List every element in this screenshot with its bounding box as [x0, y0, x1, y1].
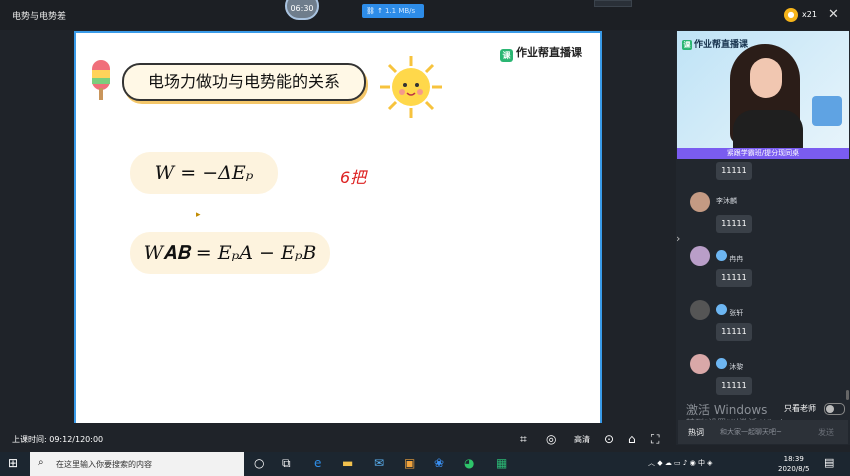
- quality-button[interactable]: 高清: [574, 434, 590, 445]
- network-speed-badge: ⛓ ↑ 1.1 MB/s: [362, 4, 424, 18]
- chat-bubble: 11111: [716, 377, 752, 395]
- tray-app-icon[interactable]: ◈: [705, 459, 712, 467]
- task-view-icon[interactable]: ⧉: [282, 456, 291, 471]
- notification-icon[interactable]: ▤: [824, 456, 834, 469]
- chat-scrollbar[interactable]: [846, 390, 849, 400]
- teacher-face: [750, 58, 782, 98]
- taskbar-search-placeholder: 在这里输入你要搜索的内容: [56, 460, 152, 469]
- handwriting-annotation: 6把: [340, 168, 367, 187]
- coin-icon[interactable]: ●: [784, 8, 798, 22]
- cortana-icon[interactable]: ○: [254, 456, 264, 470]
- tray-language[interactable]: 中: [698, 459, 705, 467]
- medal-icon: [716, 358, 727, 369]
- coin-count: x21: [802, 10, 817, 19]
- clock-date: 2020/8/5: [778, 465, 810, 473]
- video-brand-logo-icon: 课: [682, 40, 692, 50]
- search-icon: ⌕: [38, 457, 44, 468]
- avatar[interactable]: [690, 246, 710, 266]
- chat-bubble: 11111: [716, 269, 752, 287]
- slide-brand-text: 作业帮直播课: [516, 46, 582, 59]
- title-bar: [0, 0, 850, 30]
- video-brand-text: 作业帮直播课: [694, 40, 749, 50]
- chat-bubble: 11111: [716, 215, 752, 233]
- popsicle-icon: [92, 60, 110, 100]
- video-caption: 紧跟学霸班/提分现同桌: [677, 148, 849, 159]
- windows-start-icon[interactable]: ⊞: [8, 456, 18, 470]
- chat-username: 张轩: [729, 309, 744, 317]
- only-teacher-toggle[interactable]: [824, 403, 845, 415]
- slide-brand: 课作业帮直播课: [500, 44, 582, 62]
- more-icon[interactable]: ⊙: [604, 432, 614, 446]
- top-indicator: [594, 0, 632, 7]
- mail-icon[interactable]: ✉: [374, 456, 384, 470]
- bookmark-icon[interactable]: ⌂: [628, 432, 636, 446]
- formula-work-energy: W = −ΔEₚ: [130, 152, 278, 194]
- video-brand: 课作业帮直播课: [682, 37, 748, 50]
- only-teacher-label: 只看老师: [784, 404, 816, 413]
- formula-work-ab: W𝐀𝐁 = EₚA − EₚB: [130, 232, 330, 274]
- chat-user-row: 沐黎: [716, 358, 743, 372]
- fullscreen-icon[interactable]: ⛶: [651, 432, 659, 447]
- avatar[interactable]: [690, 354, 710, 374]
- eye-icon[interactable]: ◎: [546, 432, 556, 446]
- chat-username: 冉冉: [729, 255, 744, 263]
- tray-icons[interactable]: ︿ ◆ ☁ ▭ ♪ ◉: [648, 459, 698, 467]
- network-app-icon[interactable]: ❀: [434, 456, 444, 470]
- hot-words-button[interactable]: 热词: [688, 427, 704, 438]
- store-icon[interactable]: ▣: [404, 456, 415, 470]
- sun-icon: [380, 56, 442, 118]
- chevron-right-icon[interactable]: ›: [676, 232, 680, 245]
- pointer-cursor-icon: ▸: [196, 210, 201, 220]
- chat-user-row: 冉冉: [716, 250, 743, 264]
- chat-bubble: 11111: [716, 323, 752, 341]
- clock-time: 18:39: [783, 455, 804, 463]
- chat-user-row: 张轩: [716, 304, 743, 318]
- network-speed-value: 1.1 MB/s: [384, 7, 416, 15]
- toggle-knob: [826, 405, 834, 413]
- edge-icon[interactable]: e: [314, 456, 321, 470]
- class-time: 上课时间: 09:12/120:00: [12, 435, 104, 444]
- system-tray[interactable]: ︿ ◆ ☁ ▭ ♪ ◉ 中 ◈: [648, 458, 713, 468]
- video-decoration: [812, 96, 842, 126]
- taskbar-clock[interactable]: 18:39 2020/8/5: [778, 454, 809, 474]
- teacher-body: [733, 110, 803, 148]
- brand-logo-icon: 课: [500, 49, 513, 62]
- wechat-icon[interactable]: ◕: [464, 456, 474, 470]
- network-icon: ⛓ ↑: [366, 7, 383, 15]
- window-title: 电势与电势差: [12, 12, 67, 22]
- slide-title: 电场力做功与电势能的关系: [122, 63, 366, 101]
- avatar[interactable]: [690, 192, 710, 212]
- chat-bubble: 11111: [716, 162, 752, 180]
- crop-icon[interactable]: ⌗: [520, 432, 527, 447]
- send-button[interactable]: 发送: [818, 427, 834, 438]
- medal-icon: [716, 304, 727, 315]
- chat-username: 沐黎: [729, 363, 744, 371]
- avatar[interactable]: [690, 300, 710, 320]
- chat-input-placeholder: 和大家一起聊天吧~: [720, 428, 782, 436]
- close-button[interactable]: ✕: [828, 7, 839, 22]
- medal-icon: [716, 250, 727, 261]
- chat-username: 李沐麟: [716, 197, 737, 205]
- file-explorer-icon[interactable]: ▬: [342, 456, 353, 470]
- classroom-app-icon[interactable]: ▦: [496, 456, 507, 470]
